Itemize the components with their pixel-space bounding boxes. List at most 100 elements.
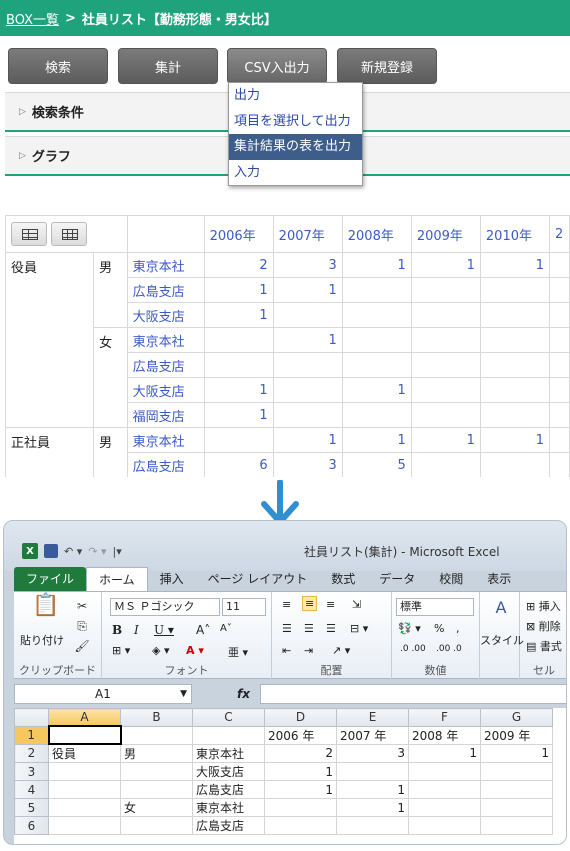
sheet-cell[interactable]: 女 [120,798,193,818]
sheet-cell[interactable] [120,816,193,836]
office-link[interactable]: 東京本社 [126,252,205,278]
wrap-text-icon[interactable]: ⇲ [352,598,361,611]
tab-home[interactable]: ホーム [86,567,148,591]
orientation-icon[interactable]: ↗ ▾ [332,644,350,657]
customize-icon[interactable]: |▾ [113,545,122,558]
underline-icon[interactable]: U ▾ [154,623,174,637]
align-center-icon[interactable]: ☰ [304,622,314,635]
decrease-indent-icon[interactable]: ⇤ [282,644,291,657]
border-icon[interactable]: ⊞ ▾ [112,644,130,657]
sheet-cell[interactable]: 役員 [48,743,121,764]
office-link[interactable]: 東京本社 [126,427,205,453]
paste-label[interactable]: 貼り付け [20,632,64,648]
align-middle-icon[interactable]: ≡ [302,596,318,611]
formula-input[interactable] [260,684,566,704]
sheet-cell[interactable] [264,798,337,818]
sheet-cell[interactable]: 広島支店 [192,780,265,800]
sheet-cell[interactable]: 広島支店 [192,816,265,836]
sheet-cell[interactable]: 1 [336,798,409,818]
decrease-decimal-icon[interactable]: .00 .0 [436,644,462,654]
currency-icon[interactable]: 💱 ▾ [398,622,421,635]
sheet-cell[interactable] [408,816,481,836]
sheet-cell[interactable] [480,798,553,818]
row-header[interactable]: 3 [14,762,49,782]
fill-color-icon[interactable]: ◈ ▾ [152,644,169,657]
copy-icon[interactable]: ⎘ [74,618,90,634]
select-all-corner[interactable] [14,708,49,727]
delete-cells-button[interactable]: ⊠ 削除 [526,618,561,634]
number-format-select[interactable]: 標準 [396,598,474,616]
menu-item-import[interactable]: 入力 [229,160,362,186]
redo-icon[interactable]: ↷ ▾ [88,545,106,558]
menu-item-export[interactable]: 出力 [229,83,362,109]
style-label[interactable]: スタイル [480,632,524,648]
tab-data[interactable]: データ [367,567,427,591]
increase-decimal-icon[interactable]: .0 .00 [400,644,426,654]
menu-item-export-selected[interactable]: 項目を選択して出力 [229,109,362,135]
sheet-cell[interactable]: 1 [336,780,409,800]
tab-page-layout[interactable]: ページ レイアウト [196,567,320,591]
search-button[interactable]: 検索 [8,48,108,84]
breadcrumb-link[interactable]: BOX一覧 [6,9,59,28]
align-left-icon[interactable]: ☰ [282,622,292,635]
office-link[interactable]: 東京本社 [126,327,205,353]
undo-icon[interactable]: ↶ ▾ [64,545,82,558]
font-name-select[interactable]: ＭＳ Ｐゴシック [110,598,220,616]
column-header[interactable]: G [480,708,553,727]
sheet-cell[interactable]: 2006 年 [264,725,337,745]
sheet-cell[interactable] [408,762,481,782]
aggregate-button[interactable]: 集計 [118,48,218,84]
tab-insert[interactable]: 挿入 [148,567,196,591]
tab-formulas[interactable]: 数式 [319,567,367,591]
sheet-cell[interactable] [192,725,265,745]
office-link[interactable]: 広島支店 [126,452,205,477]
office-link[interactable]: 広島支店 [126,352,205,378]
sheet-cell[interactable]: 男 [120,743,193,764]
format-cells-button[interactable]: ▤ 書式 [526,638,562,654]
sheet-cell[interactable]: 1 [264,762,337,782]
sheet-cell[interactable]: 1 [264,780,337,800]
sheet-cell[interactable] [480,816,553,836]
row-header[interactable]: 1 [14,725,49,745]
align-bottom-icon[interactable]: ≡ [326,598,335,611]
menu-item-export-aggregate[interactable]: 集計結果の表を出力 [229,134,362,160]
sheet-cell[interactable] [48,798,121,818]
tab-review[interactable]: 校閲 [427,567,475,591]
style-icon[interactable]: A [490,600,512,622]
new-register-button[interactable]: 新規登録 [337,48,437,84]
column-header[interactable]: B [120,708,193,727]
font-color-icon[interactable]: A ▾ [186,644,204,657]
column-header[interactable]: A [48,708,121,727]
font-size-select[interactable]: 11 [222,598,266,616]
sheet-cell[interactable]: 東京本社 [192,798,265,818]
column-header[interactable]: D [264,708,337,727]
sheet-cell[interactable]: 3 [336,743,409,764]
sheet-cell[interactable] [48,816,121,836]
sheet-cell[interactable] [408,798,481,818]
table-view-icon[interactable] [11,222,47,246]
sheet-cell[interactable] [264,816,337,836]
paste-icon[interactable]: 📋 [32,595,59,628]
grid-view-icon[interactable] [51,222,87,246]
percent-icon[interactable]: % [434,622,444,635]
sheet-cell[interactable] [48,762,121,782]
column-header[interactable]: C [192,708,265,727]
bold-icon[interactable]: B [112,623,122,637]
sheet-cell[interactable] [408,780,481,800]
row-header[interactable]: 4 [14,780,49,800]
sheet-cell[interactable]: 2009 年 [480,725,553,745]
sheet-cell[interactable]: 大阪支店 [192,762,265,782]
office-link[interactable]: 福岡支店 [126,402,205,428]
sheet-cell[interactable] [120,762,193,782]
sheet-cell[interactable] [480,780,553,800]
sheet-cell[interactable]: 東京本社 [192,743,265,764]
sheet-cell[interactable]: 2 [264,743,337,764]
tab-file[interactable]: ファイル [14,567,87,591]
column-header[interactable]: F [408,708,481,727]
office-link[interactable]: 大阪支店 [126,377,205,403]
comma-icon[interactable]: , [456,622,460,635]
row-header[interactable]: 2 [14,743,49,764]
align-right-icon[interactable]: ☰ [326,622,336,635]
row-header[interactable]: 5 [14,798,49,818]
italic-icon[interactable]: I [134,623,139,637]
